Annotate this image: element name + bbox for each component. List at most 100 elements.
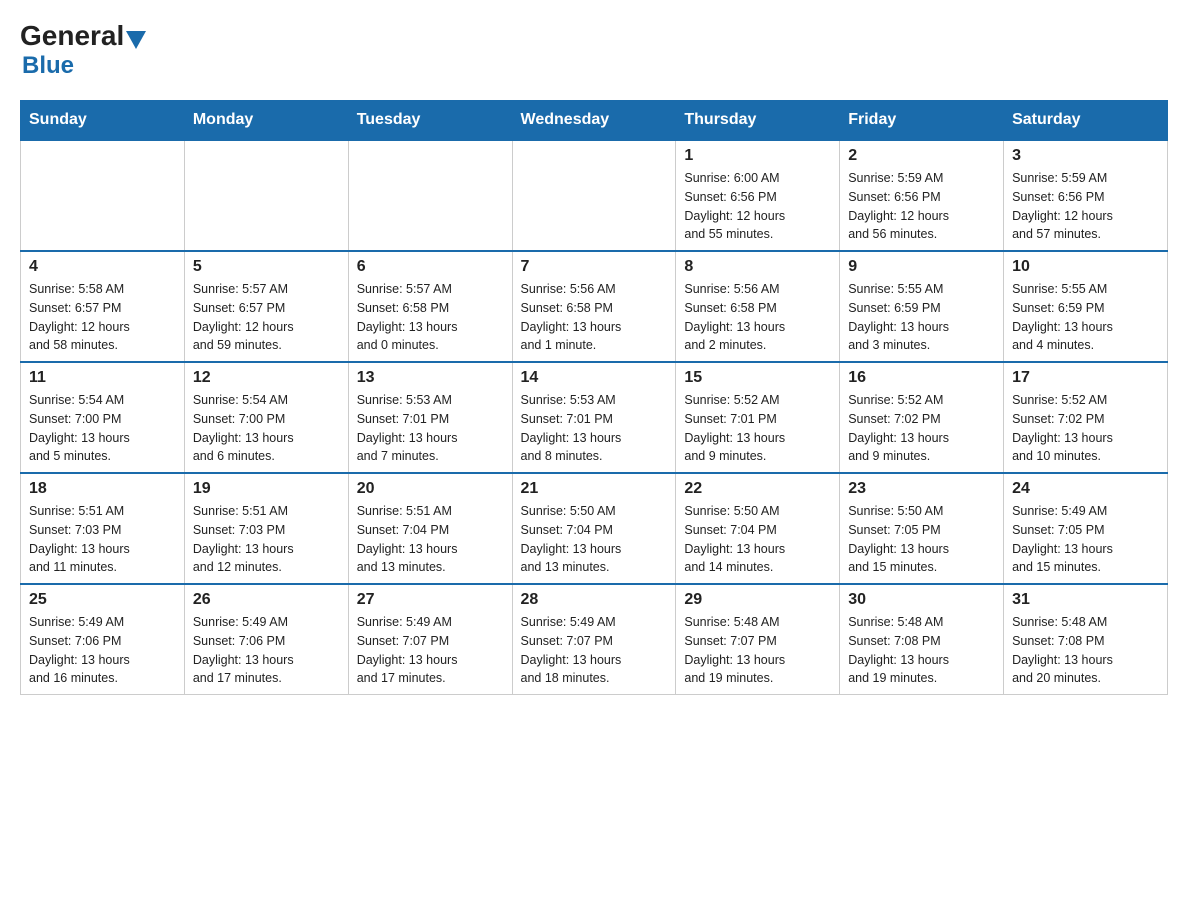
calendar-cell: 10 Sunrise: 5:55 AM Sunset: 6:59 PM Dayli… — [1004, 251, 1168, 362]
calendar-cell: 18 Sunrise: 5:51 AM Sunset: 7:03 PM Dayli… — [21, 473, 185, 584]
day-info: Sunrise: 6:00 AM Sunset: 6:56 PM Dayligh… — [684, 169, 831, 244]
day-info: Sunrise: 5:50 AM Sunset: 7:04 PM Dayligh… — [521, 502, 668, 577]
day-number: 18 — [29, 480, 176, 498]
day-info: Sunrise: 5:51 AM Sunset: 7:04 PM Dayligh… — [357, 502, 504, 577]
day-info: Sunrise: 5:59 AM Sunset: 6:56 PM Dayligh… — [1012, 169, 1159, 244]
day-number: 5 — [193, 258, 340, 276]
calendar-cell: 11Sunrise: 5:54 AM Sunset: 7:00 PM Dayli… — [21, 362, 185, 473]
day-info: Sunrise: 5:52 AM Sunset: 7:02 PM Dayligh… — [1012, 391, 1159, 466]
day-info: Sunrise: 5:52 AM Sunset: 7:01 PM Dayligh… — [684, 391, 831, 466]
day-number: 20 — [357, 480, 504, 498]
day-number: 6 — [357, 258, 504, 276]
calendar-cell: 26 Sunrise: 5:49 AM Sunset: 7:06 PM Dayli… — [184, 584, 348, 695]
column-header-friday: Friday — [840, 101, 1004, 141]
day-info: Sunrise: 5:50 AM Sunset: 7:04 PM Dayligh… — [684, 502, 831, 577]
day-number: 10 — [1012, 258, 1159, 276]
week-row-3: 11Sunrise: 5:54 AM Sunset: 7:00 PM Dayli… — [21, 362, 1168, 473]
week-row-4: 18 Sunrise: 5:51 AM Sunset: 7:03 PM Dayli… — [21, 473, 1168, 584]
day-number: 30 — [848, 591, 995, 609]
day-number: 27 — [357, 591, 504, 609]
calendar-cell: 12Sunrise: 5:54 AM Sunset: 7:00 PM Dayli… — [184, 362, 348, 473]
column-header-monday: Monday — [184, 101, 348, 141]
calendar-cell: 30 Sunrise: 5:48 AM Sunset: 7:08 PM Dayli… — [840, 584, 1004, 695]
day-info: Sunrise: 5:53 AM Sunset: 7:01 PM Dayligh… — [521, 391, 668, 466]
day-number: 13 — [357, 369, 504, 387]
day-info: Sunrise: 5:56 AM Sunset: 6:58 PM Dayligh… — [684, 280, 831, 355]
column-header-thursday: Thursday — [676, 101, 840, 141]
day-number: 9 — [848, 258, 995, 276]
day-info: Sunrise: 5:55 AM Sunset: 6:59 PM Dayligh… — [1012, 280, 1159, 355]
day-info: Sunrise: 5:51 AM Sunset: 7:03 PM Dayligh… — [29, 502, 176, 577]
calendar-cell: 20 Sunrise: 5:51 AM Sunset: 7:04 PM Dayli… — [348, 473, 512, 584]
day-number: 14 — [521, 369, 668, 387]
day-info: Sunrise: 5:49 AM Sunset: 7:07 PM Dayligh… — [521, 613, 668, 688]
day-info: Sunrise: 5:55 AM Sunset: 6:59 PM Dayligh… — [848, 280, 995, 355]
logo-blue-text: Blue — [22, 52, 74, 80]
page-header: General Blue — [20, 20, 1168, 80]
day-number: 7 — [521, 258, 668, 276]
day-number: 31 — [1012, 591, 1159, 609]
logo-general-text: General — [20, 20, 124, 52]
day-info: Sunrise: 5:56 AM Sunset: 6:58 PM Dayligh… — [521, 280, 668, 355]
week-row-2: 4 Sunrise: 5:58 AM Sunset: 6:57 PM Daylig… — [21, 251, 1168, 362]
day-info: Sunrise: 5:53 AM Sunset: 7:01 PM Dayligh… — [357, 391, 504, 466]
calendar-table: SundayMondayTuesdayWednesdayThursdayFrid… — [20, 100, 1168, 695]
calendar-cell: 6 Sunrise: 5:57 AM Sunset: 6:58 PM Daylig… — [348, 251, 512, 362]
day-number: 25 — [29, 591, 176, 609]
day-number: 21 — [521, 480, 668, 498]
calendar-cell: 9 Sunrise: 5:55 AM Sunset: 6:59 PM Daylig… — [840, 251, 1004, 362]
calendar-cell: 4 Sunrise: 5:58 AM Sunset: 6:57 PM Daylig… — [21, 251, 185, 362]
calendar-cell — [21, 140, 185, 251]
day-number: 19 — [193, 480, 340, 498]
day-info: Sunrise: 5:48 AM Sunset: 7:08 PM Dayligh… — [848, 613, 995, 688]
calendar-cell: 25 Sunrise: 5:49 AM Sunset: 7:06 PM Dayli… — [21, 584, 185, 695]
logo: General Blue — [20, 20, 146, 80]
day-number: 26 — [193, 591, 340, 609]
day-info: Sunrise: 5:52 AM Sunset: 7:02 PM Dayligh… — [848, 391, 995, 466]
day-number: 15 — [684, 369, 831, 387]
day-info: Sunrise: 5:49 AM Sunset: 7:07 PM Dayligh… — [357, 613, 504, 688]
day-info: Sunrise: 5:57 AM Sunset: 6:57 PM Dayligh… — [193, 280, 340, 355]
column-header-sunday: Sunday — [21, 101, 185, 141]
week-row-1: 1 Sunrise: 6:00 AM Sunset: 6:56 PM Daylig… — [21, 140, 1168, 251]
day-info: Sunrise: 5:49 AM Sunset: 7:05 PM Dayligh… — [1012, 502, 1159, 577]
calendar-header-row: SundayMondayTuesdayWednesdayThursdayFrid… — [21, 101, 1168, 141]
day-info: Sunrise: 5:54 AM Sunset: 7:00 PM Dayligh… — [193, 391, 340, 466]
calendar-cell — [184, 140, 348, 251]
calendar-cell: 16Sunrise: 5:52 AM Sunset: 7:02 PM Dayli… — [840, 362, 1004, 473]
column-header-saturday: Saturday — [1004, 101, 1168, 141]
calendar-cell: 23Sunrise: 5:50 AM Sunset: 7:05 PM Dayli… — [840, 473, 1004, 584]
logo-triangle-icon — [126, 31, 146, 49]
calendar-cell: 19 Sunrise: 5:51 AM Sunset: 7:03 PM Dayli… — [184, 473, 348, 584]
day-info: Sunrise: 5:59 AM Sunset: 6:56 PM Dayligh… — [848, 169, 995, 244]
day-number: 1 — [684, 147, 831, 165]
calendar-cell: 2Sunrise: 5:59 AM Sunset: 6:56 PM Daylig… — [840, 140, 1004, 251]
calendar-cell: 5 Sunrise: 5:57 AM Sunset: 6:57 PM Daylig… — [184, 251, 348, 362]
day-number: 29 — [684, 591, 831, 609]
day-number: 17 — [1012, 369, 1159, 387]
week-row-5: 25 Sunrise: 5:49 AM Sunset: 7:06 PM Dayli… — [21, 584, 1168, 695]
day-info: Sunrise: 5:49 AM Sunset: 7:06 PM Dayligh… — [193, 613, 340, 688]
calendar-cell: 7 Sunrise: 5:56 AM Sunset: 6:58 PM Daylig… — [512, 251, 676, 362]
calendar-cell: 3 Sunrise: 5:59 AM Sunset: 6:56 PM Daylig… — [1004, 140, 1168, 251]
column-header-wednesday: Wednesday — [512, 101, 676, 141]
calendar-cell: 14 Sunrise: 5:53 AM Sunset: 7:01 PM Dayli… — [512, 362, 676, 473]
day-info: Sunrise: 5:58 AM Sunset: 6:57 PM Dayligh… — [29, 280, 176, 355]
calendar-cell: 27 Sunrise: 5:49 AM Sunset: 7:07 PM Dayli… — [348, 584, 512, 695]
day-info: Sunrise: 5:48 AM Sunset: 7:08 PM Dayligh… — [1012, 613, 1159, 688]
day-info: Sunrise: 5:50 AM Sunset: 7:05 PM Dayligh… — [848, 502, 995, 577]
day-number: 22 — [684, 480, 831, 498]
day-number: 3 — [1012, 147, 1159, 165]
day-number: 24 — [1012, 480, 1159, 498]
calendar-cell: 21 Sunrise: 5:50 AM Sunset: 7:04 PM Dayli… — [512, 473, 676, 584]
day-info: Sunrise: 5:57 AM Sunset: 6:58 PM Dayligh… — [357, 280, 504, 355]
day-info: Sunrise: 5:51 AM Sunset: 7:03 PM Dayligh… — [193, 502, 340, 577]
day-number: 4 — [29, 258, 176, 276]
calendar-cell — [348, 140, 512, 251]
calendar-cell: 8Sunrise: 5:56 AM Sunset: 6:58 PM Daylig… — [676, 251, 840, 362]
calendar-cell: 24 Sunrise: 5:49 AM Sunset: 7:05 PM Dayli… — [1004, 473, 1168, 584]
day-info: Sunrise: 5:49 AM Sunset: 7:06 PM Dayligh… — [29, 613, 176, 688]
calendar-cell: 1 Sunrise: 6:00 AM Sunset: 6:56 PM Daylig… — [676, 140, 840, 251]
calendar-cell: 31 Sunrise: 5:48 AM Sunset: 7:08 PM Dayli… — [1004, 584, 1168, 695]
day-number: 28 — [521, 591, 668, 609]
